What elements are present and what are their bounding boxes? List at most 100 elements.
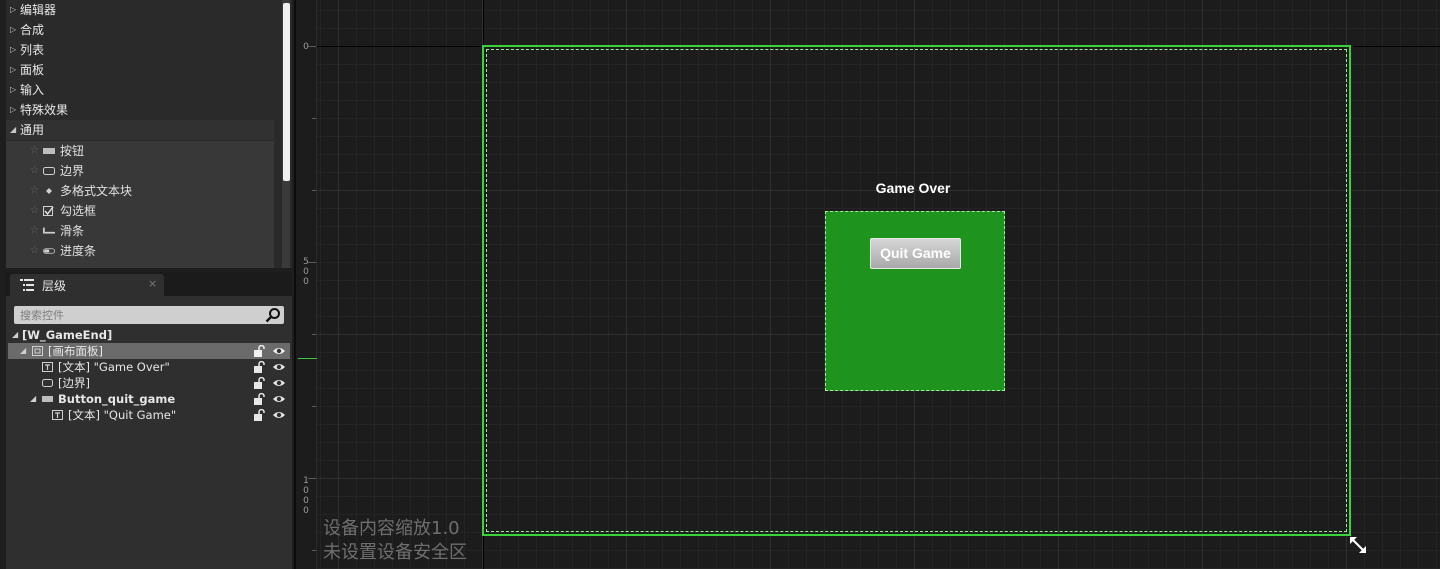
palette-item-partial (6, 261, 274, 268)
tree-node-label: [文本] "Quit Game" (68, 408, 177, 422)
tree-row-root[interactable]: ◢ [W_GameEnd] (8, 327, 290, 343)
border-widget-icon (42, 379, 53, 387)
quit-game-button[interactable]: Quit Game (870, 238, 961, 269)
palette-category-special-effects[interactable]: ▷ 特殊效果 (6, 100, 274, 120)
palette-category-editor[interactable]: ▷ 编辑器 (6, 0, 274, 20)
tree-node-label: [文本] "Game Over" (58, 360, 170, 374)
ruler-tick (312, 406, 316, 407)
tree-node-label: [W_GameEnd] (22, 328, 113, 342)
ruler-tick (312, 550, 316, 551)
text-widget-icon (42, 362, 53, 372)
tree-row-button-quit-game[interactable]: ◢ Button_quit_game (8, 391, 290, 407)
palette-item-label: 多格式文本块 (60, 184, 133, 198)
palette-item-slider[interactable]: ☆ 滑条 (6, 221, 274, 241)
left-panel: ▷ 编辑器 ▷ 合成 ▷ 列表 ▷ 面板 ▷ 输入 ▷ 特殊效果 ◢ 通用 ☆ 按钮 ☆ 边界… (0, 0, 294, 569)
ruler-label: 1 0 0 0 (303, 476, 309, 516)
palette-item-button[interactable]: ☆ 按钮 (6, 141, 274, 161)
favorite-star-icon[interactable]: ☆ (30, 141, 39, 161)
tree-row-border[interactable]: [边界] (8, 375, 290, 391)
tab-label: 层级 (42, 279, 67, 293)
palette-category-input[interactable]: ▷ 输入 (6, 80, 274, 100)
rich-text-icon (46, 188, 52, 194)
vertical-ruler: 0 5 0 0 1 0 0 0 (296, 0, 317, 569)
tree-node-label: [边界] (58, 376, 90, 390)
favorite-star-icon[interactable]: ☆ (30, 241, 39, 261)
unlock-icon[interactable] (253, 361, 265, 373)
unlock-icon[interactable] (253, 409, 265, 421)
palette-category-lists[interactable]: ▷ 列表 (6, 40, 274, 60)
palette-item-label: 勾选框 (60, 204, 97, 218)
close-tab-icon[interactable]: × (148, 277, 157, 290)
checkbox-icon (43, 206, 54, 216)
collapse-arrow-icon[interactable]: ◢ (12, 327, 18, 343)
tree-row-canvas-panel[interactable]: ◢ [画布面板] (8, 343, 290, 359)
ruler-tick (312, 190, 316, 191)
tree-node-label: [画布面板] (48, 344, 103, 358)
expand-arrow-icon: ▷ (10, 45, 17, 54)
palette-category-composite[interactable]: ▷ 合成 (6, 20, 274, 40)
unlock-icon[interactable] (253, 345, 265, 357)
visibility-eye-icon[interactable] (272, 345, 286, 357)
search-icon[interactable] (265, 307, 281, 323)
visibility-eye-icon[interactable] (272, 393, 286, 405)
palette-category-label: 输入 (20, 83, 45, 97)
favorite-star-icon[interactable]: ☆ (30, 181, 39, 201)
hierarchy-panel: ◢ [W_GameEnd] ◢ [画布面板] [文本] "Game Over" … (6, 296, 292, 569)
ruler-label: 0 (303, 42, 309, 52)
search-widgets-input[interactable] (14, 306, 264, 324)
canvas-panel-icon (32, 346, 43, 356)
favorite-star-icon[interactable]: ☆ (30, 221, 39, 241)
button-widget-icon (43, 148, 55, 154)
widget-search-box (14, 306, 284, 324)
dpi-scale-label: 设备内容缩放1.0 (323, 518, 460, 539)
palette-category-panel[interactable]: ▷ 面板 (6, 60, 274, 80)
ruler-tick (312, 334, 316, 335)
collapse-arrow-icon[interactable]: ◢ (30, 391, 36, 407)
palette-category-label: 通用 (20, 123, 45, 137)
palette-scrollbar-thumb[interactable] (283, 3, 290, 181)
visibility-eye-icon[interactable] (272, 377, 286, 389)
palette-item-border[interactable]: ☆ 边界 (6, 161, 274, 181)
progress-bar-icon (43, 248, 55, 254)
favorite-star-icon[interactable]: ☆ (30, 161, 39, 181)
ruler-label: 5 0 0 (303, 257, 309, 287)
resize-handle-icon[interactable] (1349, 536, 1367, 554)
button-widget-icon (42, 396, 53, 402)
unlock-icon[interactable] (253, 393, 265, 405)
expand-arrow-icon: ▷ (10, 65, 17, 74)
visibility-eye-icon[interactable] (272, 361, 286, 373)
palette-category-label: 特殊效果 (20, 103, 69, 117)
tab-hierarchy[interactable]: 层级 × (10, 274, 164, 296)
palette-item-label: 边界 (60, 164, 85, 178)
palette-category-label: 合成 (20, 23, 45, 37)
collapse-arrow-icon: ◢ (10, 125, 17, 134)
border-widget-icon (43, 167, 55, 175)
palette-item-label: 进度条 (60, 244, 97, 258)
palette-item-label: 滑条 (60, 224, 85, 238)
expand-arrow-icon: ▷ (10, 85, 17, 94)
safe-zone-label: 未设置设备安全区 (323, 542, 467, 563)
tree-row-text-game-over[interactable]: [文本] "Game Over" (8, 359, 290, 375)
palette-item-rich-text[interactable]: ☆ 多格式文本块 (6, 181, 274, 201)
favorite-star-icon[interactable]: ☆ (30, 201, 39, 221)
text-widget-icon (52, 410, 63, 420)
palette-category-common[interactable]: ◢ 通用 (6, 120, 274, 140)
collapse-arrow-icon[interactable]: ◢ (20, 343, 26, 359)
palette-category-label: 面板 (20, 63, 45, 77)
hierarchy-tab-bar: 层级 × (6, 272, 292, 296)
expand-arrow-icon: ▷ (10, 25, 17, 34)
tree-row-text-quit-game[interactable]: [文本] "Quit Game" (8, 407, 290, 423)
palette-item-progress-bar[interactable]: ☆ 进度条 (6, 241, 274, 261)
palette-panel: ▷ 编辑器 ▷ 合成 ▷ 列表 ▷ 面板 ▷ 输入 ▷ 特殊效果 ◢ 通用 ☆ 按钮 ☆ 边界… (6, 0, 292, 268)
ruler-tick (312, 118, 316, 119)
palette-item-checkbox[interactable]: ☆ 勾选框 (6, 201, 274, 221)
expand-arrow-icon: ▷ (10, 5, 17, 14)
palette-item-label: 按钮 (60, 144, 85, 158)
designer-viewport[interactable]: 0 5 0 0 1 0 0 0 Game Over Quit Game 设备内容… (296, 0, 1440, 569)
visibility-eye-icon[interactable] (272, 409, 286, 421)
unlock-icon[interactable] (253, 377, 265, 389)
ruler-position-marker (298, 358, 317, 359)
game-over-text[interactable]: Game Over (846, 180, 980, 196)
palette-category-label: 编辑器 (20, 3, 57, 17)
hierarchy-list-icon (20, 279, 34, 291)
